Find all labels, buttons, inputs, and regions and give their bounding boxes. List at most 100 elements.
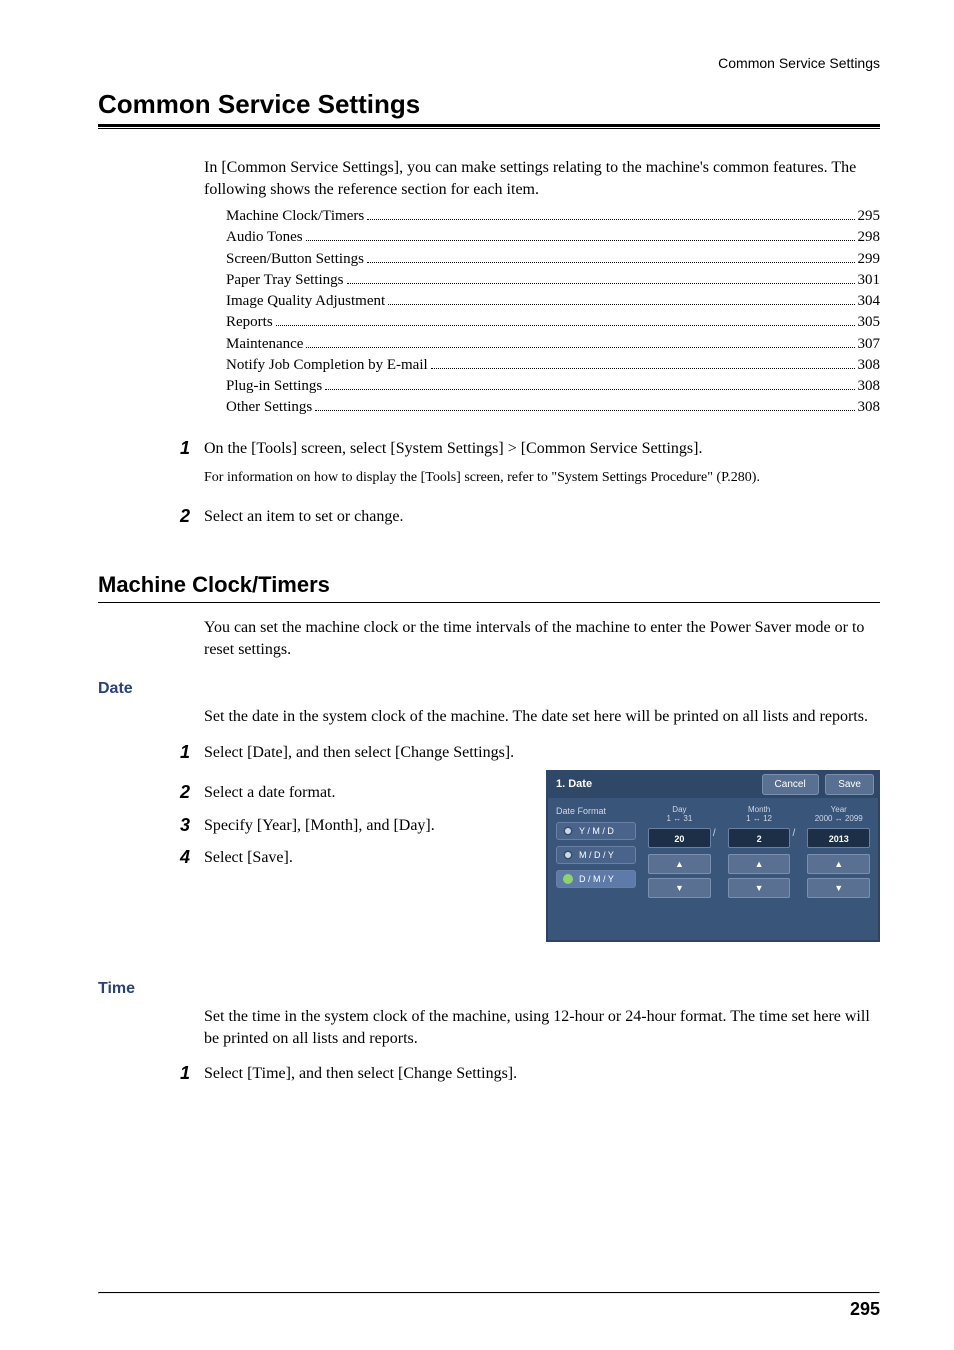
- radio-icon: [563, 850, 573, 860]
- step-text: Select [Date], and then select [Change S…: [204, 742, 880, 764]
- date-format-option-mdy[interactable]: M / D / Y: [556, 846, 636, 864]
- day-down-button[interactable]: ▼: [648, 878, 711, 898]
- subsection-intro: You can set the machine clock or the tim…: [204, 617, 880, 660]
- day-column: Day 1 ↔ 31 20 ▲ ▼: [648, 806, 711, 902]
- step-number: 3: [160, 815, 190, 836]
- toc-label: Paper Tray Settings: [226, 270, 344, 290]
- save-button[interactable]: Save: [825, 774, 874, 795]
- toc-page: 298: [858, 227, 881, 247]
- toc-item: Machine Clock/Timers 295: [226, 206, 880, 226]
- day-label: Day 1 ↔ 31: [648, 806, 711, 824]
- date-settings-panel: 1. Date Cancel Save Date Format Y / M / …: [546, 770, 880, 942]
- toc-item: Plug-in Settings 308: [226, 376, 880, 396]
- page-number: 295: [850, 1299, 880, 1320]
- toc-label: Image Quality Adjustment: [226, 291, 385, 311]
- toc-leader: [315, 410, 854, 411]
- toc-label: Audio Tones: [226, 227, 303, 247]
- toc-item: Screen/Button Settings 299: [226, 249, 880, 269]
- radio-icon: [563, 826, 573, 836]
- date-format-group: Date Format Y / M / D M / D / Y D / M / …: [556, 806, 638, 902]
- radio-label: D / M / Y: [579, 874, 614, 884]
- separator-slash: /: [790, 806, 797, 902]
- month-down-button[interactable]: ▼: [728, 878, 791, 898]
- month-label: Month 1 ↔ 12: [728, 806, 791, 824]
- toc-item: Paper Tray Settings 301: [226, 270, 880, 290]
- toc-leader: [276, 325, 855, 326]
- step-number: 2: [160, 782, 190, 803]
- date-intro: Set the date in the system clock of the …: [204, 706, 880, 728]
- step-number: 4: [160, 847, 190, 868]
- toc-page: 308: [858, 397, 881, 417]
- toc-leader: [306, 240, 855, 241]
- toc-page: 299: [858, 249, 881, 269]
- cancel-button[interactable]: Cancel: [762, 774, 819, 795]
- toc-item: Notify Job Completion by E-mail 308: [226, 355, 880, 375]
- toc-label: Maintenance: [226, 334, 303, 354]
- toc-leader: [431, 368, 855, 369]
- month-column: Month 1 ↔ 12 2 ▲ ▼: [728, 806, 791, 902]
- step-text: On the [Tools] screen, select [System Se…: [204, 438, 880, 488]
- toc-page: 295: [858, 206, 881, 226]
- feature-title-time: Time: [98, 980, 880, 998]
- section-intro: In [Common Service Settings], you can ma…: [204, 157, 880, 200]
- time-intro: Set the time in the system clock of the …: [204, 1006, 880, 1049]
- step-text: Select a date format.: [204, 782, 534, 804]
- step-number: 2: [160, 506, 190, 527]
- toc-item: Other Settings 308: [226, 397, 880, 417]
- toc-leader: [306, 347, 854, 348]
- date-format-option-dmy[interactable]: D / M / Y: [556, 870, 636, 888]
- day-value: 20: [648, 828, 711, 848]
- panel-title: 1. Date: [552, 778, 592, 790]
- step-text: Specify [Year], [Month], and [Day].: [204, 815, 534, 837]
- year-label: Year 2000 ↔ 2099: [807, 806, 870, 824]
- toc-leader: [325, 389, 854, 390]
- toc-label: Machine Clock/Timers: [226, 206, 364, 226]
- toc-page: 304: [858, 291, 881, 311]
- running-head: Common Service Settings: [98, 55, 880, 71]
- toc-page: 308: [858, 376, 881, 396]
- date-format-option-ymd[interactable]: Y / M / D: [556, 822, 636, 840]
- toc-item: Image Quality Adjustment 304: [226, 291, 880, 311]
- toc-label: Other Settings: [226, 397, 312, 417]
- toc-page: 308: [858, 355, 881, 375]
- section-rule: [98, 124, 880, 129]
- panel-titlebar: 1. Date Cancel Save: [546, 770, 880, 798]
- radio-label: M / D / Y: [579, 850, 614, 860]
- step-note: For information on how to display the [T…: [204, 468, 880, 488]
- separator-slash: /: [711, 806, 718, 902]
- toc-item: Reports 305: [226, 312, 880, 332]
- step-number: 1: [160, 742, 190, 763]
- toc-item: Audio Tones 298: [226, 227, 880, 247]
- toc-label: Plug-in Settings: [226, 376, 322, 396]
- year-up-button[interactable]: ▲: [807, 854, 870, 874]
- footer-rule: [98, 1292, 880, 1294]
- step-number: 1: [160, 1063, 190, 1084]
- toc-item: Maintenance 307: [226, 334, 880, 354]
- day-up-button[interactable]: ▲: [648, 854, 711, 874]
- toc-page: 305: [858, 312, 881, 332]
- toc-leader: [367, 219, 854, 220]
- year-down-button[interactable]: ▼: [807, 878, 870, 898]
- toc-label: Notify Job Completion by E-mail: [226, 355, 428, 375]
- toc-page: 307: [858, 334, 881, 354]
- toc-leader: [347, 283, 855, 284]
- toc-label: Screen/Button Settings: [226, 249, 364, 269]
- toc-list: Machine Clock/Timers 295 Audio Tones 298 S…: [226, 206, 880, 418]
- toc-leader: [388, 304, 854, 305]
- year-value: 2013: [807, 828, 870, 848]
- radio-label: Y / M / D: [579, 826, 614, 836]
- toc-page: 301: [858, 270, 881, 290]
- year-column: Year 2000 ↔ 2099 2013 ▲ ▼: [807, 806, 870, 902]
- feature-title-date: Date: [98, 680, 880, 698]
- section-title: Common Service Settings: [98, 89, 880, 120]
- date-format-label: Date Format: [556, 806, 638, 816]
- step-text: Select [Save].: [204, 847, 534, 869]
- month-value: 2: [728, 828, 791, 848]
- subsection-rule: [98, 602, 880, 603]
- month-up-button[interactable]: ▲: [728, 854, 791, 874]
- step-body: On the [Tools] screen, select [System Se…: [204, 438, 880, 460]
- radio-icon: [563, 874, 573, 884]
- step-number: 1: [160, 438, 190, 459]
- subsection-title: Machine Clock/Timers: [98, 572, 880, 598]
- toc-label: Reports: [226, 312, 273, 332]
